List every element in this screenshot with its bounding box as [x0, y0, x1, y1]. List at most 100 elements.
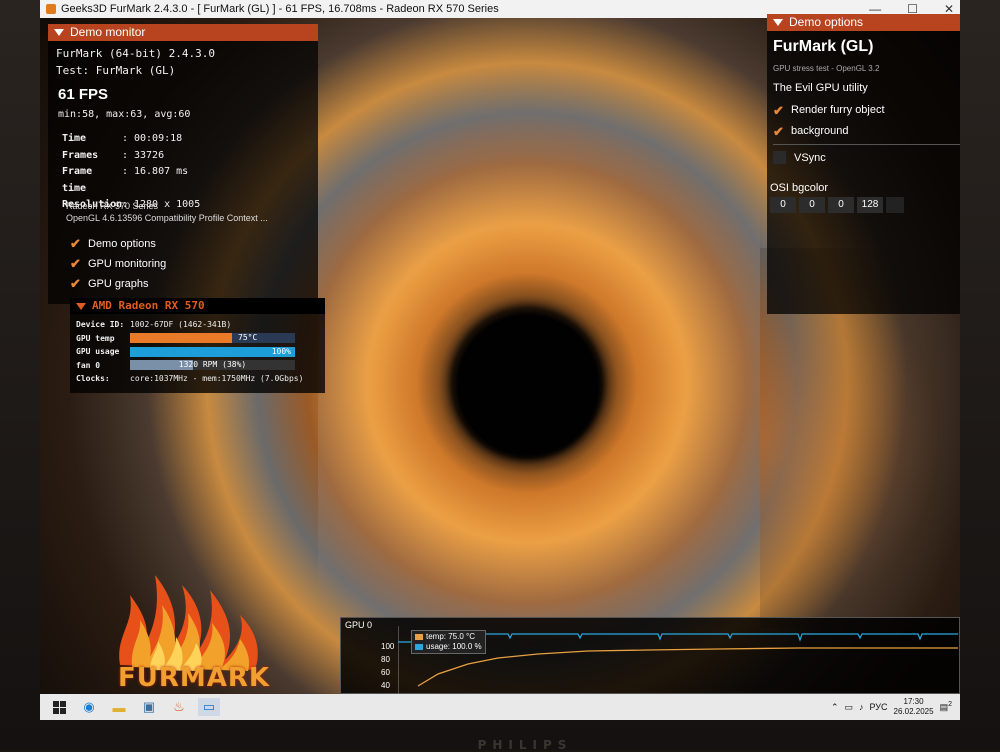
- volume-icon[interactable]: ♪: [859, 702, 864, 712]
- clock[interactable]: 17:30 26.02.2025: [894, 697, 934, 717]
- legend-usage: usage: 100.0 %: [415, 642, 482, 652]
- unchecked-box-icon: [773, 151, 786, 164]
- monitor-app-icon[interactable]: ▣: [138, 698, 160, 716]
- stat-key: Time: [62, 133, 87, 144]
- demo-monitor-header[interactable]: Demo monitor: [48, 24, 318, 41]
- checkbox-demo-options[interactable]: ✔ Demo options: [70, 234, 166, 254]
- checkmark-icon: ✔: [70, 236, 81, 251]
- legend-usage-swatch: [415, 644, 423, 650]
- tray-arrow-icon[interactable]: ⌃: [831, 702, 839, 713]
- amd-rows: Device ID: 1002-67DF (1462-341B) GPU tem…: [76, 318, 303, 386]
- gpu-name: Radeon RX 570 Series: [66, 201, 159, 211]
- furmark-taskbar-icon[interactable]: ♨: [168, 698, 190, 716]
- device-id-value: 1002-67DF (1462-341B): [130, 320, 232, 330]
- windows-icon: [52, 700, 66, 714]
- stat-key: Frame time: [62, 166, 93, 194]
- graph-ytick: 60: [381, 668, 390, 677]
- collapse-triangle-icon: [76, 302, 86, 310]
- legend-temp: temp: 75.0 °C: [415, 632, 482, 642]
- options-divider: [773, 144, 960, 145]
- active-window-icon[interactable]: ▭: [198, 698, 220, 716]
- checkbox-gpu-graphs[interactable]: ✔ GPU graphs: [70, 274, 166, 294]
- checkbox-gpu-monitoring[interactable]: ✔ GPU monitoring: [70, 254, 166, 274]
- taskbar: ◉ ▬ ▣ ♨ ▭ ⌃ ▭ ♪ РУС 17:30 26.02.2025 ▤2: [40, 694, 960, 720]
- amd-gpu-panel: AMD Radeon RX 570 Device ID: 1002-67DF (…: [70, 298, 325, 393]
- clock-date: 26.02.2025: [893, 707, 934, 716]
- network-icon[interactable]: ▭: [844, 702, 853, 713]
- checkmark-icon: ✔: [773, 124, 784, 139]
- render-options: ✔ Render furry object ✔ background: [773, 100, 885, 142]
- demo-monitor-title: Demo monitor: [70, 25, 146, 39]
- furmark-app-icon: [46, 4, 56, 14]
- demo-subtitle: GPU stress test - OpenGL 3.2: [773, 64, 880, 73]
- edge-browser-icon[interactable]: ◉: [78, 698, 100, 716]
- demo-options-title: Demo options: [789, 15, 864, 29]
- stat-value: 33726: [134, 149, 165, 161]
- gpu-temp-value: 75°C: [238, 333, 258, 343]
- device-id-row: Device ID: 1002-67DF (1462-341B): [76, 318, 303, 332]
- amd-gpu-title: AMD Radeon RX 570: [92, 299, 205, 312]
- language-indicator[interactable]: РУС: [870, 702, 888, 712]
- gpu-usage-row: GPU usage 100%: [76, 345, 303, 359]
- app-version: FurMark (64-bit) 2.4.3.0: [56, 47, 215, 60]
- vsync-label: VSync: [794, 151, 826, 164]
- device-id-label: Device ID:: [76, 320, 125, 330]
- demo-options-panel: Demo options FurMark (GL) GPU stress tes…: [767, 14, 960, 314]
- notification-icon[interactable]: ▤2: [940, 701, 952, 713]
- checkbox-label: Demo options: [88, 238, 156, 250]
- graph-ytick: 40: [381, 681, 390, 690]
- file-explorer-icon[interactable]: ▬: [108, 698, 130, 716]
- checkmark-icon: ✔: [773, 103, 784, 118]
- stat-value: 00:09:18: [134, 133, 183, 144]
- stat-value: 16.807 ms: [134, 166, 189, 177]
- bgcolor-a-field[interactable]: 128: [857, 197, 883, 213]
- checkbox-render-furry[interactable]: ✔ Render furry object: [773, 100, 885, 121]
- collapse-triangle-icon: [773, 19, 783, 26]
- bgcolor-swatch[interactable]: [886, 197, 904, 213]
- fps-readout: 61 FPS: [58, 86, 109, 103]
- fps-minmax: min:58, max:63, avg:60: [58, 109, 191, 120]
- legend-temp-text: temp: 75.0 °C: [426, 632, 475, 641]
- checkbox-background[interactable]: ✔ background: [773, 121, 885, 142]
- gpu-usage-value: 100%: [271, 346, 291, 356]
- monitor-brand: PHILIPS: [477, 738, 573, 752]
- fur-donut-texture: [318, 58, 760, 638]
- checkbox-label: Render furry object: [791, 104, 885, 116]
- demo-monitor-panel: Demo monitor FurMark (64-bit) 2.4.3.0 Te…: [48, 24, 318, 304]
- bgcolor-r-field[interactable]: 0: [770, 197, 796, 213]
- checkbox-label: GPU monitoring: [88, 258, 167, 270]
- gpu-temp-label: GPU temp: [76, 333, 115, 343]
- graph-gpu-label: GPU 0: [345, 620, 373, 630]
- checkbox-vsync[interactable]: VSync: [773, 151, 826, 164]
- amd-panel-header[interactable]: AMD Radeon RX 570: [70, 298, 325, 314]
- bgcolor-fields: 0 0 0 128: [770, 197, 904, 213]
- temp-line: [417, 647, 958, 687]
- gpu-usage-bar: 100%: [130, 346, 295, 357]
- demo-options-header[interactable]: Demo options: [767, 14, 960, 31]
- gpu-graph: GPU 0 100 80 60 40 temp: 75.0 °C usage: …: [340, 617, 960, 694]
- clocks-value: core:1037MHz - mem:1750MHz (7.0Gbps): [130, 374, 304, 384]
- clock-time: 17:30: [903, 697, 924, 706]
- bgcolor-g-field[interactable]: 0: [799, 197, 825, 213]
- bgcolor-label: OSI bgcolor: [770, 182, 829, 194]
- clocks-row: Clocks: core:1037MHz - mem:1750MHz (7.0G…: [76, 372, 303, 386]
- evil-gpu-text: The Evil GPU utility: [773, 82, 868, 94]
- demo-title: FurMark (GL): [773, 38, 874, 55]
- start-button[interactable]: [48, 698, 70, 716]
- fan-value: 1320 RPM (38%): [178, 360, 247, 370]
- fan-row: fan 0 1320 RPM (38%): [76, 359, 303, 373]
- checkmark-icon: ✔: [70, 256, 81, 271]
- clocks-label: Clocks:: [76, 374, 110, 384]
- bgcolor-b-field[interactable]: 0: [828, 197, 854, 213]
- fan-label: fan 0: [76, 360, 101, 370]
- stat-row: Frames:33726: [62, 148, 200, 165]
- legend-usage-text: usage: 100.0 %: [426, 642, 482, 651]
- opengl-version: OpenGL 4.6.13596 Compatibility Profile C…: [66, 213, 268, 223]
- screen: Geeks3D FurMark 2.4.3.0 - [ FurMark (GL)…: [40, 0, 960, 720]
- checkbox-label: background: [791, 125, 849, 137]
- furmark-logo-text: FURMARK: [118, 663, 271, 693]
- fan-bar: 1320 RPM (38%): [130, 360, 295, 371]
- graph-ytick: 80: [381, 655, 390, 664]
- stat-row: Frame time:16.807 ms: [62, 164, 200, 197]
- legend-temp-swatch: [415, 634, 423, 640]
